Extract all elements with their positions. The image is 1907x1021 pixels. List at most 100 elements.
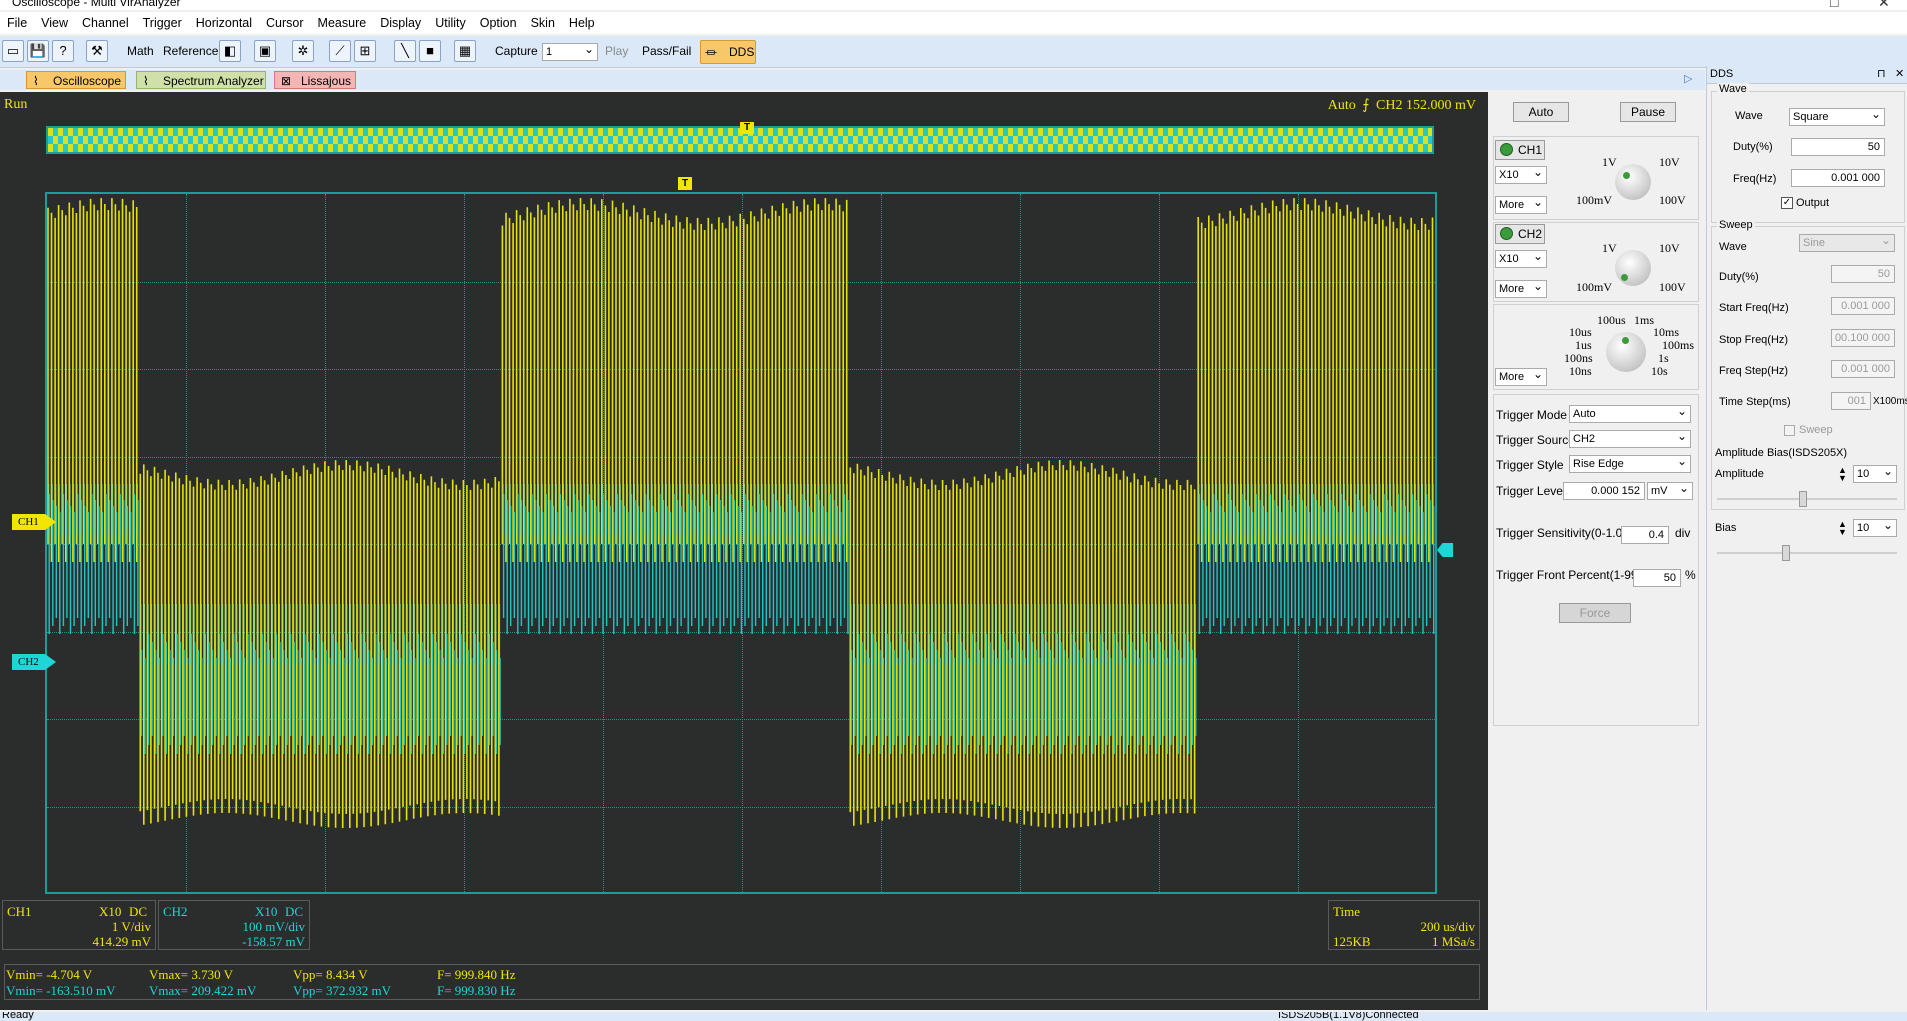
time-div-knob[interactable] xyxy=(1606,332,1646,372)
close-icon[interactable]: ✕ xyxy=(1878,0,1890,10)
force-button[interactable]: Force xyxy=(1559,603,1631,623)
dds-freq-input[interactable]: 0.001 000 xyxy=(1791,169,1885,187)
amplitude-spinner-icon[interactable]: ▲ ▼ xyxy=(1838,466,1847,483)
dds-output-checkbox[interactable]: ✓ xyxy=(1781,197,1793,209)
pin-icon[interactable]: ⊓ xyxy=(1877,67,1886,80)
bias-spinner-icon[interactable]: ▲ ▼ xyxy=(1838,520,1847,537)
tab-oscilloscope[interactable]: ⌇ Oscilloscope xyxy=(26,71,126,89)
trigger-mode-select[interactable]: Auto xyxy=(1569,403,1691,423)
ch2-volts-div-knob[interactable] xyxy=(1615,250,1651,286)
amplitude-slider-track[interactable] xyxy=(1717,498,1897,500)
dds-freq-step-input[interactable]: 0.001 000 xyxy=(1831,360,1895,378)
split-view-icon[interactable]: ◧ xyxy=(219,40,241,62)
lissajous-tab-icon: ⊠ xyxy=(281,74,292,88)
scope-display[interactable]: Run Auto ⨍ CH2 152.000 mV T T CH1 CH2 CH… xyxy=(0,92,1488,1010)
line-tool-icon[interactable]: ╲ xyxy=(394,40,416,62)
capture-count-select[interactable]: 1 xyxy=(542,41,598,61)
dds-wave-select[interactable]: Square xyxy=(1789,106,1885,126)
save-icon[interactable]: 💾 xyxy=(27,40,49,62)
reference-button[interactable]: Reference xyxy=(163,39,218,63)
trigger-info: Auto ⨍ CH2 152.000 mV xyxy=(1328,97,1476,114)
dds-button[interactable]: ⏛ DDS xyxy=(700,40,756,64)
dds-sweep-wave-select[interactable]: Sine xyxy=(1799,232,1895,252)
status-left: Ready xyxy=(2,1012,34,1021)
single-view-icon[interactable]: ▣ xyxy=(254,40,276,62)
menu-skin[interactable]: Skin xyxy=(524,12,562,30)
collapse-arrow-icon[interactable]: ▷ xyxy=(1684,72,1692,85)
trigger-sensitivity-input[interactable]: 0.4 xyxy=(1621,526,1669,544)
play-button[interactable]: Play xyxy=(605,39,628,63)
tab-spectrum-analyzer[interactable]: ⌇ Spectrum Analyzer xyxy=(136,71,266,89)
capture-label: Capture xyxy=(495,44,538,58)
menu-measure[interactable]: Measure xyxy=(311,12,374,30)
trigger-source-select[interactable]: CH2 xyxy=(1569,428,1691,448)
ch1-vpp: Vpp= 8.434 V xyxy=(293,967,368,982)
pass-fail-button[interactable]: Pass/Fail xyxy=(642,39,691,63)
ch2-more-button[interactable]: More xyxy=(1495,278,1547,298)
ch1-info-box[interactable]: CH1 X10 DC 1 V/div 414.29 mV xyxy=(2,900,156,950)
auto-button[interactable]: Auto xyxy=(1513,102,1569,122)
measure-tool-icon[interactable]: ⟋ xyxy=(329,40,351,62)
oscilloscope-tab-icon: ⌇ xyxy=(33,74,39,88)
menu-file[interactable]: File xyxy=(0,12,34,30)
stop-icon[interactable]: ■ xyxy=(419,40,441,62)
menu-horizontal[interactable]: Horizontal xyxy=(189,12,259,30)
toolbar: ▭ 💾 ? ⚒ Math Reference ◧ ▣ ✲ ⟋ ⊞ ╲ ■ ▦ C… xyxy=(0,36,1907,68)
wrench-icon[interactable]: ⚒ xyxy=(86,40,108,62)
dds-duty-input[interactable]: 50 xyxy=(1791,138,1885,156)
dds-amplitude-bias-label: Amplitude Bias(ISDS205X) xyxy=(1715,447,1848,459)
knob-indicator xyxy=(1622,337,1629,344)
bias-slider-track[interactable] xyxy=(1717,552,1897,554)
ch1-more-button[interactable]: More xyxy=(1495,194,1547,214)
bias-slider-thumb[interactable] xyxy=(1782,545,1790,561)
trigger-level-marker[interactable] xyxy=(1437,543,1453,557)
overview-trigger-marker[interactable]: T xyxy=(740,122,754,134)
ch2-probe-select[interactable]: X10 xyxy=(1495,248,1547,268)
menu-utility[interactable]: Utility xyxy=(428,12,473,30)
ch1-volts-div-knob[interactable] xyxy=(1615,164,1651,200)
zoom-tool-icon[interactable]: ⊞ xyxy=(354,40,376,62)
dds-start-freq-input[interactable]: 0.001 000 xyxy=(1831,297,1895,315)
dds-bias-select[interactable]: 10 xyxy=(1853,517,1897,537)
menu-display[interactable]: Display xyxy=(373,12,428,30)
dds-time-step-input[interactable]: 001 xyxy=(1831,392,1871,410)
oscilloscope-icon[interactable]: ▭ xyxy=(2,40,24,62)
dds-panel: DDS ⊓ ✕ Wave Wave Square Duty(%) 50 Freq… xyxy=(1706,66,1907,1010)
ch1-toggle-button[interactable]: CH1 xyxy=(1495,140,1545,160)
help-icon[interactable]: ? xyxy=(52,40,74,62)
waveform-plot[interactable] xyxy=(45,192,1437,894)
maximize-icon[interactable]: □ xyxy=(1830,0,1838,10)
menu-help[interactable]: Help xyxy=(562,12,602,30)
close-panel-icon[interactable]: ✕ xyxy=(1895,67,1904,80)
menu-channel[interactable]: Channel xyxy=(75,12,136,30)
menu-cursor[interactable]: Cursor xyxy=(259,12,311,30)
trigger-level-unit-select[interactable]: mV xyxy=(1647,480,1693,500)
menu-option[interactable]: Option xyxy=(473,12,524,30)
ch2-button-label: CH2 xyxy=(1518,227,1543,241)
trigger-position-marker[interactable]: T xyxy=(678,177,692,190)
time-info-box[interactable]: Time 200 us/div 125KB 1 MSa/s xyxy=(1328,900,1480,950)
trigger-style-select[interactable]: Rise Edge xyxy=(1569,453,1691,473)
menu-view[interactable]: View xyxy=(34,12,75,30)
dds-sweep-checkbox[interactable] xyxy=(1784,425,1795,436)
trigger-front-input[interactable]: 50 xyxy=(1633,569,1681,587)
timebase-more-button[interactable]: More xyxy=(1495,366,1547,386)
settings-gear-icon[interactable]: ✲ xyxy=(292,40,314,62)
math-button[interactable]: Math xyxy=(127,39,154,63)
ch2-toggle-button[interactable]: CH2 xyxy=(1495,224,1545,244)
color-palette-icon[interactable]: ▦ xyxy=(454,40,476,62)
dds-stop-freq-input[interactable]: 00.100 000 xyxy=(1831,329,1895,347)
tab-lissajous[interactable]: ⊠ Lissajous xyxy=(274,71,356,89)
ch1-probe-select[interactable]: X10 xyxy=(1495,164,1547,184)
menu-trigger[interactable]: Trigger xyxy=(136,12,189,30)
time-knob-label: 10ns xyxy=(1569,364,1592,378)
amplitude-slider-thumb[interactable] xyxy=(1799,491,1807,507)
dds-button-label: DDS xyxy=(729,45,755,59)
dds-amplitude-select[interactable]: 10 xyxy=(1853,463,1897,483)
dds-sweep-duty-input[interactable]: 50 xyxy=(1831,265,1895,283)
waveform-overview-bar[interactable]: T xyxy=(46,122,1434,154)
trigger-level-input[interactable]: 0.000 152 xyxy=(1563,482,1645,500)
time-knob-label: 1ms xyxy=(1634,313,1655,327)
ch2-info-box[interactable]: CH2 X10 DC 100 mV/div -158.57 mV xyxy=(158,900,310,950)
pause-button[interactable]: Pause xyxy=(1620,102,1676,122)
